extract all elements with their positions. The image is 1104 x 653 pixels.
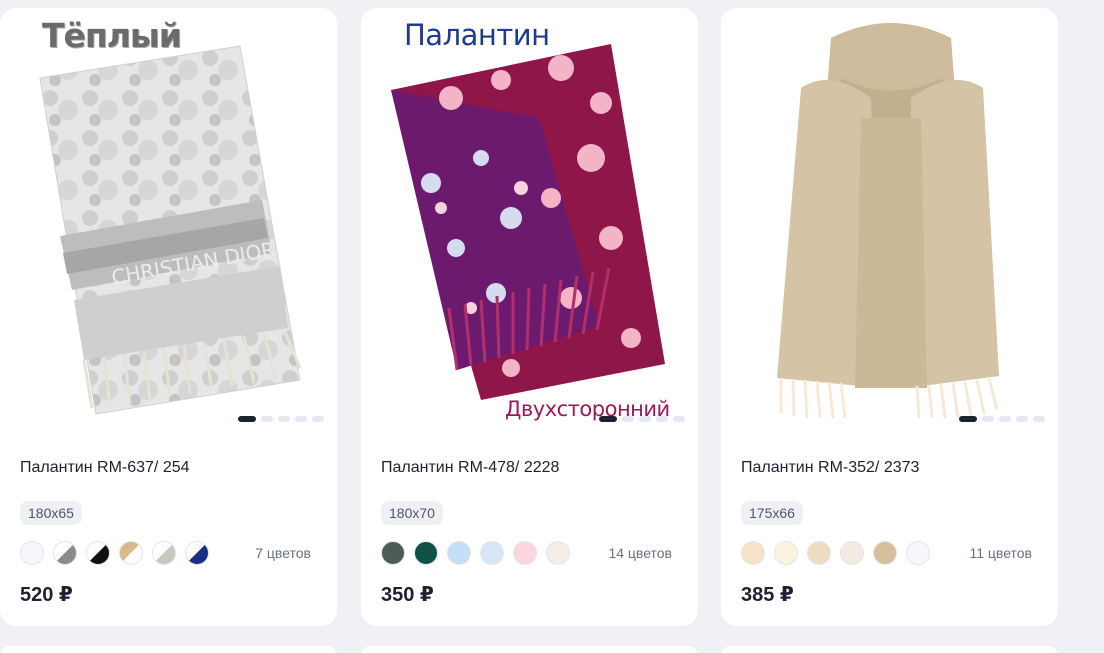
- next-row-card: [721, 646, 1058, 653]
- colors-count[interactable]: 11 цветов: [969, 545, 1032, 561]
- slider-dot[interactable]: [639, 416, 651, 422]
- scarf-image-floral: [391, 44, 665, 400]
- slider-dot[interactable]: [1033, 416, 1045, 422]
- color-swatch[interactable]: [906, 541, 930, 565]
- slider-dot[interactable]: [312, 416, 324, 422]
- slider-dot[interactable]: [999, 416, 1011, 422]
- size-badge: 175x66: [741, 501, 803, 525]
- color-swatch[interactable]: [119, 541, 143, 565]
- product-image[interactable]: [721, 8, 1058, 428]
- size-badge: 180x70: [381, 501, 443, 525]
- next-row-card: [361, 646, 698, 653]
- colors-count[interactable]: 7 цветов: [255, 545, 311, 561]
- color-swatch[interactable]: [807, 541, 831, 565]
- product-price: 350 ₽: [381, 584, 434, 606]
- color-swatch[interactable]: [53, 541, 77, 565]
- slider-dot[interactable]: [238, 416, 256, 422]
- color-swatches: [20, 541, 209, 565]
- slider-dot[interactable]: [622, 416, 634, 422]
- slider-dot[interactable]: [599, 416, 617, 422]
- color-swatch[interactable]: [741, 541, 765, 565]
- colors-count[interactable]: 14 цветов: [608, 545, 672, 561]
- slider-dot[interactable]: [982, 416, 994, 422]
- slider-dot[interactable]: [295, 416, 307, 422]
- slider-dot[interactable]: [959, 416, 977, 422]
- product-image[interactable]: Палантин Двухсторонний: [361, 8, 698, 428]
- color-swatch[interactable]: [480, 541, 504, 565]
- color-swatch[interactable]: [152, 541, 176, 565]
- product-card[interactable]: Палантин Двухсторонний Палантин RM-478/ …: [361, 8, 698, 626]
- color-swatch[interactable]: [513, 541, 537, 565]
- product-title[interactable]: Палантин RM-637/ 254: [20, 459, 190, 477]
- product-price: 385 ₽: [741, 584, 794, 606]
- color-swatch[interactable]: [185, 541, 209, 565]
- slider-dot[interactable]: [673, 416, 685, 422]
- product-image[interactable]: CHRISTIAN DIOR Тёплый: [0, 8, 337, 428]
- color-swatch[interactable]: [381, 541, 405, 565]
- slider-dot[interactable]: [261, 416, 273, 422]
- next-row-card: [0, 646, 337, 653]
- color-swatch[interactable]: [840, 541, 864, 565]
- product-title[interactable]: Палантин RM-352/ 2373: [741, 459, 919, 477]
- scarf-image-grey: CHRISTIAN DIOR: [39, 45, 302, 415]
- color-swatch[interactable]: [546, 541, 570, 565]
- product-price: 520 ₽: [20, 584, 73, 606]
- color-swatches: [741, 541, 930, 565]
- size-badge: 180x65: [20, 501, 82, 525]
- promo-overlay-text: Тёплый: [42, 16, 182, 55]
- color-swatch[interactable]: [414, 541, 438, 565]
- color-swatch[interactable]: [447, 541, 471, 565]
- color-swatch[interactable]: [774, 541, 798, 565]
- slider-dot[interactable]: [1016, 416, 1028, 422]
- scarf-image-beige: [777, 23, 999, 419]
- product-card[interactable]: CHRISTIAN DIOR Тёплый Палантин RM-637/ 2…: [0, 8, 337, 626]
- color-swatch[interactable]: [86, 541, 110, 565]
- slider-dot[interactable]: [278, 416, 290, 422]
- promo-overlay-text: Палантин: [404, 18, 550, 52]
- product-card[interactable]: Палантин RM-352/ 2373 175x66 11 цветов 3…: [721, 8, 1058, 626]
- color-swatches: [381, 541, 570, 565]
- color-swatch[interactable]: [20, 541, 44, 565]
- slider-dot[interactable]: [656, 416, 668, 422]
- slider-dots[interactable]: [959, 416, 1045, 422]
- slider-dots[interactable]: [238, 416, 324, 422]
- slider-dots[interactable]: [599, 416, 685, 422]
- product-title[interactable]: Палантин RM-478/ 2228: [381, 459, 559, 477]
- color-swatch[interactable]: [873, 541, 897, 565]
